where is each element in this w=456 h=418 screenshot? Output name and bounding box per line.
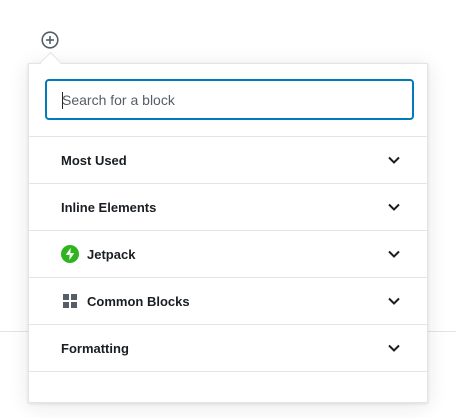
plus-circle-icon — [41, 31, 59, 49]
panel-next[interactable] — [29, 371, 427, 418]
block-category-list: Most Used Inline Elements Jetpack Common… — [29, 136, 427, 418]
block-inserter-popover: Most Used Inline Elements — [28, 63, 428, 403]
panel-title: Inline Elements — [61, 200, 156, 215]
panel-inline-elements[interactable]: Inline Elements — [29, 183, 427, 230]
panel-label: Common Blocks — [87, 293, 190, 309]
panel-label: Inline Elements — [61, 199, 157, 215]
chevron-down-icon — [387, 153, 401, 167]
panel-label: Most Used — [61, 152, 127, 168]
text-caret — [62, 92, 63, 109]
inserter-toggle-button[interactable] — [41, 31, 59, 49]
panel-title: Most Used — [61, 153, 127, 168]
panel-jetpack[interactable]: Jetpack — [29, 230, 427, 277]
panel-formatting[interactable]: Formatting — [29, 324, 427, 371]
chevron-down-icon — [387, 247, 401, 261]
jetpack-icon — [61, 245, 79, 263]
panel-title: Formatting — [61, 341, 129, 356]
chevron-down-icon — [387, 200, 401, 214]
panel-most-used[interactable]: Most Used — [29, 136, 427, 183]
search-input[interactable] — [47, 81, 412, 118]
panel-label: Formatting — [61, 340, 129, 356]
panel-label: Jetpack — [87, 246, 136, 262]
search-field[interactable] — [45, 79, 414, 120]
panel-title: Common Blocks — [61, 292, 190, 310]
panel-common-blocks[interactable]: Common Blocks — [29, 277, 427, 324]
panel-title: Jetpack — [61, 245, 135, 263]
grid-blocks-icon — [61, 292, 79, 310]
chevron-down-icon — [387, 294, 401, 308]
chevron-down-icon — [387, 341, 401, 355]
